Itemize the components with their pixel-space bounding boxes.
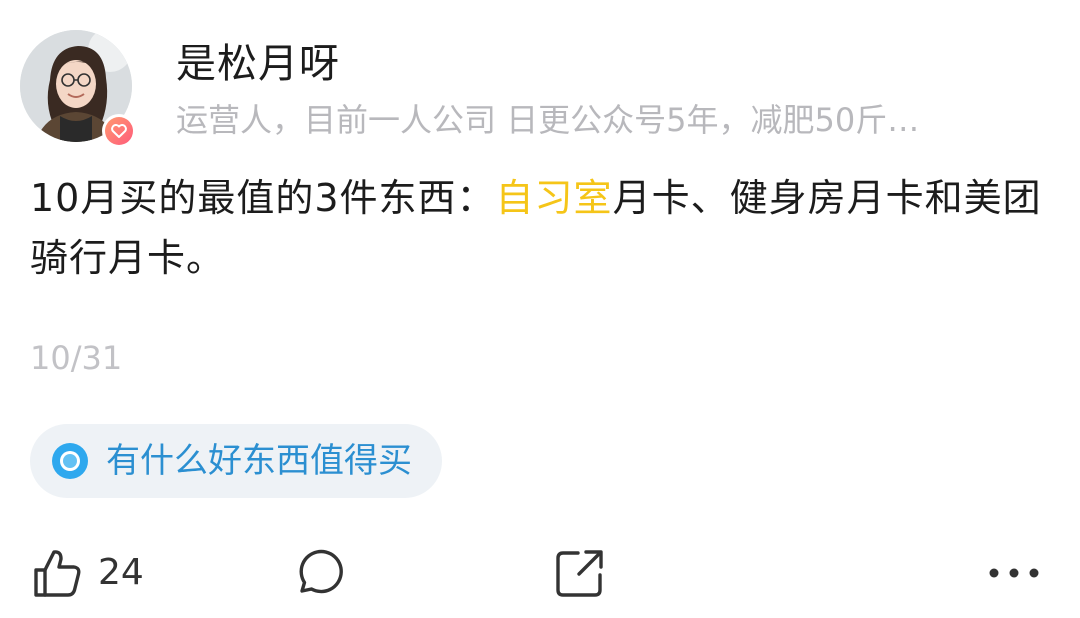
like-button[interactable]: 24 [30, 540, 144, 606]
topic-chip[interactable]: 有什么好东西值得买 [30, 424, 442, 498]
share-arrow-icon [556, 550, 603, 597]
topic-circle-icon [52, 443, 88, 479]
more-button[interactable] [986, 540, 1042, 606]
author-bio: 运营人，目前一人公司 日更公众号5年，减肥50斤… [176, 101, 920, 139]
post-text: 10月买的最值的3件东西：自习室月卡、健身房月卡和美团骑行月卡。 [30, 168, 1050, 288]
comment-bubble-icon [299, 549, 343, 594]
author-avatar-group[interactable] [20, 30, 136, 148]
share-button[interactable] [552, 540, 608, 606]
post-date: 10/31 [30, 339, 123, 377]
post-text-before: 10月买的最值的3件东西： [30, 176, 496, 220]
like-count: 24 [98, 552, 144, 593]
more-dots-icon [989, 568, 1039, 578]
comment-button[interactable] [290, 540, 346, 606]
heart-badge-icon [102, 114, 136, 148]
post-highlight-link[interactable]: 自习室 [496, 176, 613, 220]
thumbs-up-icon [34, 550, 81, 597]
author-name[interactable]: 是松月呀 [176, 38, 340, 90]
topic-label: 有什么好东西值得买 [106, 441, 412, 481]
